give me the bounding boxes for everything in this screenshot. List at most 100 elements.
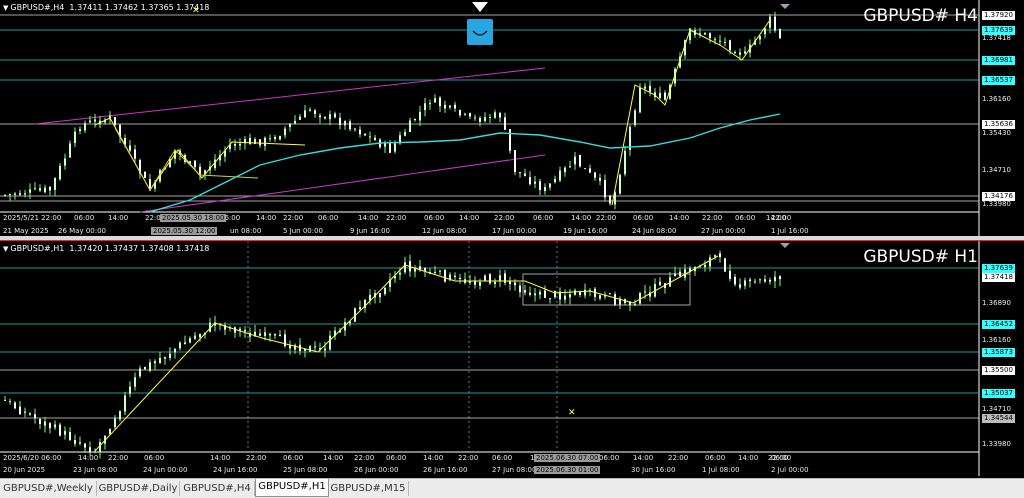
time-axis-label: 20 Jun 2025 [3,466,46,474]
h4-candle-body [354,128,356,130]
h1-candle-body [244,329,246,332]
time-axis-label: 14:00 [358,214,379,222]
h4-candle-body [479,118,481,122]
h4-candle-body [599,178,601,181]
h1-candle-body [129,386,131,394]
time-axis-label: 14:00 [256,214,277,222]
price-label: 1.33980 [982,440,1011,448]
h1-candle-body [549,298,551,300]
h1-candle-body [124,395,126,412]
h1-candle-body [109,429,111,435]
time-axis-label: 9 Jun 16:00 [350,227,391,235]
h1-candle-body [564,295,566,300]
h4-candle-body [764,28,766,35]
price-label: 1.34544 [982,414,1015,423]
time-axis-label: 24 Jun 00:00 [143,466,188,474]
h1-candle-body [754,281,756,283]
h1-candle-body [474,281,476,285]
h4-candle-body [279,136,281,140]
h4-candle-body [79,129,81,132]
time-axis-label: 19 Jun 16:00 [563,227,608,235]
h1-candle-body [479,281,481,286]
time-axis-label: 06:00 [424,214,445,222]
h1-candle-body [484,275,486,281]
h4-candle-body [454,104,456,109]
h1-candle-body [574,290,576,295]
h1-candle-body [24,411,26,413]
h4-candle-body [389,143,391,153]
h1-candle-body [134,377,136,387]
h1-candle-body [714,255,716,257]
h1-candle-body [529,292,531,295]
h1-candle-body [79,442,81,444]
h1-candle-body [94,451,96,453]
time-axis-label: 12 Jun 08:00 [422,227,467,235]
h1-candle-body [264,332,266,336]
h4-candle-body [759,36,761,40]
h1-candle-body [74,440,76,444]
collapse-triangle-icon[interactable]: ▼ [3,245,8,253]
price-label: 1.37418 [982,273,1015,282]
time-axis-label: 22:00 [596,214,617,222]
time-axis-label: 22:00 [283,214,304,222]
app-smile-icon[interactable] [467,19,493,45]
collapse-triangle-icon[interactable]: ▼ [3,4,8,12]
time-axis-label: 06:00 [283,454,304,462]
time-axis-label: 24 Jun 16:00 [213,466,258,474]
price-label: 1.35500 [982,366,1015,375]
price-label: 1.34710 [982,405,1011,413]
h4-candle-body [344,121,346,126]
h1-candle-body [64,431,66,435]
h1-candle-body [149,362,151,371]
h1-candle-body [519,285,521,293]
h4-candle-body [239,143,241,146]
h1-symbol-header: ▼ GBPUSD#,H1 1.37420 1.37437 1.37408 1.37… [3,244,210,253]
time-axis-label: 5 Jun 00:00 [283,227,324,235]
h1-candle-body [759,279,761,281]
shift-marker-icon [780,4,790,9]
h4-candle-body [54,177,56,190]
h4-candle-body [619,174,621,194]
chart-pane-h4[interactable]: ✕ ▼ GBPUSD#,H4 1.37411 1.37462 1.37365 1.… [0,0,1024,236]
time-axis-label: 1 Jul 08:00 [702,466,740,474]
chart-pane-h1[interactable]: ✕ ▼ GBPUSD#,H1 1.37420 1.37437 1.37408 1.… [0,241,1024,476]
h4-candle-body [584,168,586,170]
scroll-marker-icon [472,2,488,12]
h1-candle-body [439,270,441,272]
crosshair-time-label: 2025.05.30 12:00 [151,227,218,235]
time-axis-label: 06:00 [74,214,95,222]
price-label: 1.37920 [982,11,1015,20]
h1-candle-body [189,338,191,343]
h1-candle-body [159,357,161,364]
smile-icon [472,30,488,36]
h4-candle-body [404,132,406,136]
tab-gbpusd-h1[interactable]: GBPUSD#,H1 [255,479,329,497]
time-axis-label: 30 Jun 16:00 [631,466,676,474]
h4-candle-body [594,172,596,178]
time-axis-label: 06:00 [533,214,554,222]
h4-candle-body [9,193,11,195]
h1-candle-body [444,269,446,282]
h4-candle-body [574,156,576,165]
price-label: 1.33980 [982,200,1011,208]
h4-candle-body [489,116,491,118]
h1-candle-body [614,294,616,305]
h1-candle-body [69,431,71,441]
tab-gbpusd-h4[interactable]: GBPUSD#,H4 [180,481,255,496]
h4-candle-body [579,154,581,167]
time-axis-label: 1 Jul 16:00 [771,227,809,235]
h1-candle-body [54,424,56,428]
tab-gbpusd-daily[interactable]: GBPUSD#,Daily [97,481,180,496]
h1-candle-body [44,421,46,426]
tab-gbpusd-weekly[interactable]: GBPUSD#,Weekly [0,481,97,496]
h4-candle-body [519,172,521,174]
h4-candle-body [134,149,136,159]
h4-chart-canvas[interactable]: ✕ [0,0,1024,236]
tab-gbpusd-m15[interactable]: GBPUSD#,M15 [328,481,409,496]
time-axis-label: 22:00 [668,454,689,462]
h1-chart-canvas[interactable]: ✕ [0,241,1024,476]
h4-candle-body [359,129,361,135]
h1-candle-body [609,293,611,295]
h4-candle-body [314,110,316,114]
h4-candle-body [464,113,466,115]
